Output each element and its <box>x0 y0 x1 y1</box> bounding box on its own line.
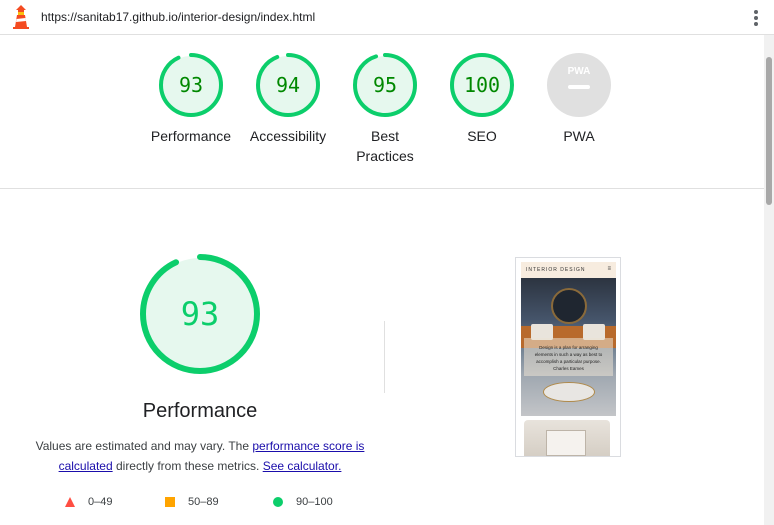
gauge-accessibility[interactable]: 94 Accessibility <box>238 52 338 146</box>
pwa-badge-icon: PWA <box>547 53 611 117</box>
gauge-ring-accessibility: 94 <box>256 53 320 117</box>
quote-line: Design is a plan for arranging <box>539 345 598 350</box>
gauge-ring-performance: 93 <box>159 53 223 117</box>
final-screenshot-thumbnail[interactable]: INTERIOR DESIGN ≡ Design is a plan for a… <box>515 257 621 457</box>
gauge-ring-seo: 100 <box>450 53 514 117</box>
gauge-ring-best-practices: 95 <box>353 53 417 117</box>
description-text: Values are estimated and may vary. The <box>35 439 253 453</box>
performance-score: 93 <box>181 295 220 333</box>
scrollbar[interactable] <box>764 35 774 525</box>
gauge-seo[interactable]: 100 SEO <box>432 52 532 146</box>
legend-pass: 90–100 <box>272 494 333 510</box>
gauge-label: Performance <box>150 128 232 144</box>
menu-icon: ≡ <box>607 266 612 272</box>
divider <box>384 321 385 393</box>
gauge-pwa[interactable]: PWA PWA <box>529 52 629 146</box>
gauge-score: 94 <box>276 73 300 97</box>
performance-description: Values are estimated and may vary. The p… <box>30 436 370 476</box>
square-icon <box>165 497 175 507</box>
gauge-label: Accessibility <box>249 128 327 144</box>
circle-icon <box>273 497 283 507</box>
quote-line: elements in such a way as best to <box>534 352 603 357</box>
quote-line: accomplish a particular purpose. <box>536 359 601 364</box>
quote-line: Charles Eames <box>553 366 584 371</box>
thumbnail-quote: Design is a plan for arranging elements … <box>524 344 613 372</box>
gauge-label: Best Practices <box>356 128 414 164</box>
thumbnail-site-header: INTERIOR DESIGN ≡ <box>521 262 616 278</box>
more-options-icon[interactable] <box>748 7 764 29</box>
legend-average: 50–89 <box>164 494 219 510</box>
lighthouse-icon <box>13 5 29 29</box>
report-url-bar: https://sanitab17.github.io/interior-des… <box>0 0 774 35</box>
page-url[interactable]: https://sanitab17.github.io/interior-des… <box>41 10 315 24</box>
round-mirror-image <box>551 288 587 324</box>
legend-range: 50–89 <box>188 496 219 508</box>
legend-fail: 0–49 <box>64 494 112 510</box>
gauge-score: 93 <box>179 73 203 97</box>
pwa-badge-text: PWA <box>568 66 591 77</box>
coffee-table-image <box>543 382 595 402</box>
gauge-label: SEO <box>467 128 497 144</box>
scrollbar-thumb[interactable] <box>766 57 772 205</box>
gauge-best-practices[interactable]: 95 Best Practices <box>335 52 435 166</box>
gauge-score: 100 <box>464 73 500 97</box>
see-calculator-link[interactable]: See calculator. <box>263 459 342 473</box>
triangle-icon <box>65 497 75 507</box>
thumbnail-hero-image: Design is a plan for arranging elements … <box>521 278 616 416</box>
gauge-label: PWA <box>563 128 595 144</box>
description-text: directly from these metrics. <box>112 459 263 473</box>
thumbnail-brand: INTERIOR DESIGN <box>526 267 586 273</box>
performance-title: Performance <box>142 400 258 422</box>
gauge-performance[interactable]: 93 Performance <box>141 52 241 146</box>
legend-range: 90–100 <box>296 496 333 508</box>
performance-gauge: 93 <box>140 254 260 374</box>
legend-range: 0–49 <box>88 496 113 508</box>
score-summary: 93 Performance 94 Accessibility 95 Best … <box>0 35 764 189</box>
window-image <box>546 430 586 456</box>
gauge-score: 95 <box>373 73 397 97</box>
